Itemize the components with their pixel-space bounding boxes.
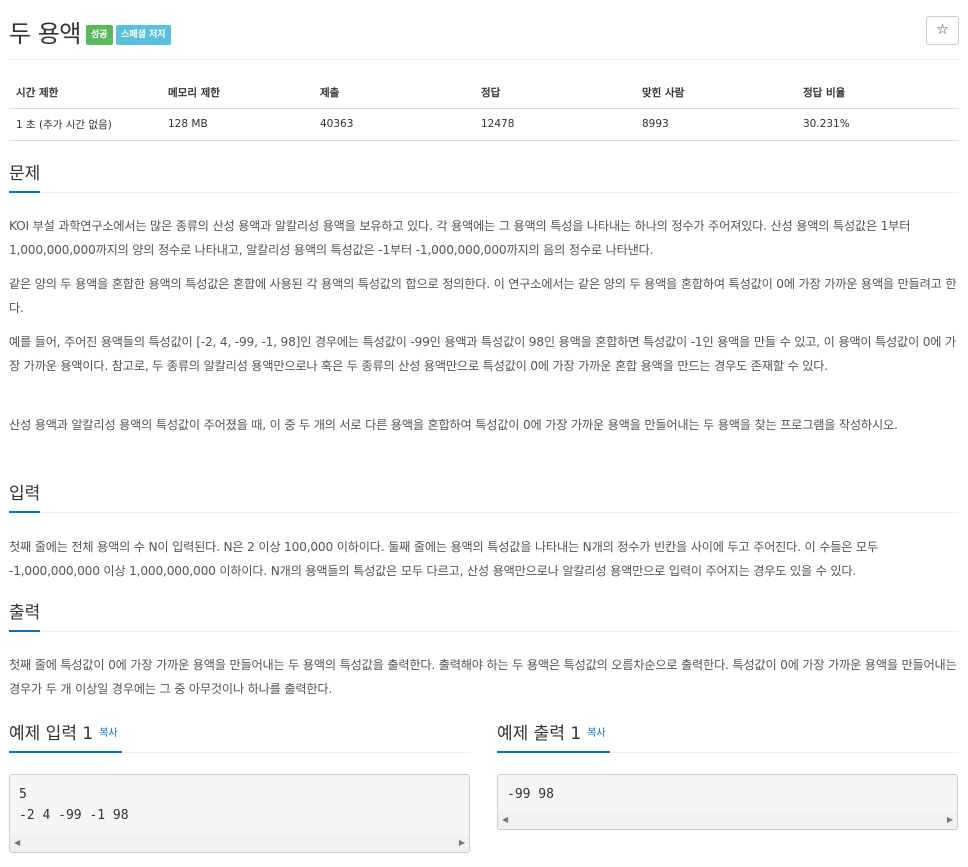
- scroll-left-icon[interactable]: ◀: [14, 838, 20, 847]
- favorite-button[interactable]: ☆: [926, 16, 959, 45]
- memory-limit-value: 128 MB: [161, 108, 313, 141]
- horizontal-scrollbar[interactable]: ◀ ▶: [10, 835, 469, 852]
- description-paragraph: 예를 들어, 주어진 용액들의 특성값이 [-2, 4, -99, -1, 98…: [9, 335, 957, 373]
- submissions-header: 제출: [313, 78, 474, 109]
- info-value-row: 1 초 (추가 시간 없음) 128 MB 40363 12478 8993 3…: [9, 108, 959, 141]
- accepted-header: 정답: [474, 78, 635, 109]
- copy-sample-input-button[interactable]: 복사: [99, 728, 117, 739]
- sample-input-header: 예제 입력 1 복사: [9, 723, 470, 753]
- success-badge: 성공: [86, 25, 113, 45]
- sample-input-heading: 예제 입력 1 복사: [9, 723, 122, 753]
- sample-output-content: -99 98: [507, 787, 554, 802]
- sample-input-box[interactable]: 5 -2 4 -99 -1 98 ◀ ▶: [9, 774, 470, 853]
- accepted-value: 12478: [474, 108, 635, 141]
- problem-title: 두 용액: [9, 20, 81, 48]
- problem-info-table: 시간 제한 메모리 제한 제출 정답 맞힌 사람 정답 비율 1 초 (추가 시…: [9, 78, 959, 141]
- star-icon: ☆: [936, 22, 949, 38]
- ratio-header: 정답 비율: [796, 78, 959, 109]
- memory-limit-header: 메모리 제한: [161, 78, 313, 109]
- solved-users-header: 맞힌 사람: [635, 78, 796, 109]
- solved-users-value: 8993: [635, 108, 796, 141]
- output-paragraph: 첫째 줄에 특성값이 0에 가장 가까운 용액을 만들어내는 두 용액의 특성값…: [9, 658, 957, 696]
- description-paragraph: KOI 부설 과학연구소에서는 많은 종류의 산성 용액과 알칼리성 용액을 보…: [9, 219, 911, 257]
- horizontal-scrollbar[interactable]: ◀ ▶: [498, 812, 957, 829]
- description-paragraph: 같은 양의 두 용액을 혼합한 용액의 특성값은 혼합에 사용된 각 용액의 특…: [9, 277, 957, 315]
- input-heading: 입력: [9, 483, 41, 513]
- description-paragraph: 산성 용액과 알칼리성 용액의 특성값이 주어졌을 때, 이 중 두 개의 서로…: [9, 418, 898, 432]
- submissions-value: 40363: [313, 108, 474, 141]
- problem-header: 두 용액 성공 스페셜 저지 ☆: [9, 10, 959, 60]
- sample-input-content: 5 -2 4 -99 -1 98: [19, 787, 129, 823]
- output-heading: 출력: [9, 602, 41, 632]
- sample-output-box[interactable]: -99 98 ◀ ▶: [497, 774, 958, 830]
- time-limit-value: 1 초 (추가 시간 없음): [9, 108, 161, 141]
- scroll-left-icon[interactable]: ◀: [502, 815, 508, 824]
- info-header-row: 시간 제한 메모리 제한 제출 정답 맞힌 사람 정답 비율: [9, 78, 959, 109]
- special-judge-badge: 스페셜 저지: [116, 25, 171, 45]
- sample-output-header: 예제 출력 1 복사: [497, 723, 958, 753]
- copy-sample-output-button[interactable]: 복사: [587, 728, 605, 739]
- scroll-right-icon[interactable]: ▶: [947, 815, 953, 824]
- time-limit-header: 시간 제한: [9, 78, 161, 109]
- input-paragraph: 첫째 줄에는 전체 용액의 수 N이 입력된다. N은 2 이상 100,000…: [9, 540, 878, 578]
- scroll-right-icon[interactable]: ▶: [459, 838, 465, 847]
- description-section-header: 문제: [9, 163, 959, 193]
- output-section-header: 출력: [9, 602, 959, 632]
- input-section-header: 입력: [9, 483, 959, 513]
- sample-output-heading: 예제 출력 1 복사: [497, 723, 610, 753]
- ratio-value: 30.231%: [796, 108, 959, 141]
- description-heading: 문제: [9, 163, 41, 193]
